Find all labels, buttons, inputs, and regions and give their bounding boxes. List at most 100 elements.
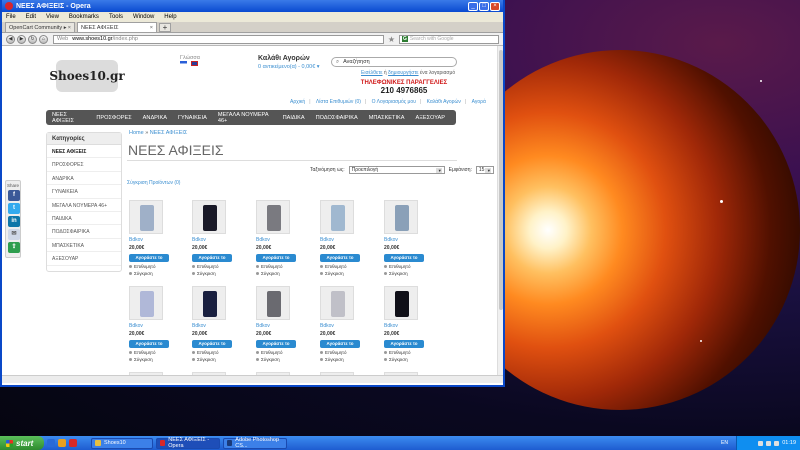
breadcrumb-home[interactable]: Home (129, 130, 144, 136)
greek-flag-icon[interactable] (180, 61, 187, 66)
tray-icon[interactable] (774, 440, 780, 446)
breadcrumb-current[interactable]: ΝΕΕΣ ΑΦΙΞΕΙΣ (150, 130, 188, 136)
email-icon[interactable]: ✉ (8, 229, 20, 240)
share-icon[interactable]: ⇪ (8, 242, 20, 253)
add-to-cart-button[interactable]: Αγοράστε το (320, 340, 360, 348)
add-to-cart-button[interactable]: Αγοράστε το (129, 254, 169, 262)
add-to-cart-button[interactable]: Αγοράστε το (129, 340, 169, 348)
compare-action[interactable]: Σύγκριση (256, 271, 304, 276)
folder-icon[interactable] (58, 439, 66, 447)
wishlist-action[interactable]: Επιθυμητό (129, 264, 177, 269)
cart-summary[interactable]: 0 αντικείμενο(α) - 0,00€ ▾ (258, 64, 320, 70)
compare-action[interactable]: Σύγκριση (129, 357, 177, 362)
new-tab-button[interactable]: + (159, 23, 171, 32)
close-button[interactable]: × (490, 1, 500, 11)
sidebar-item-men[interactable]: ΑΝΔΡΙΚΑ (47, 172, 121, 186)
maximize-button[interactable]: □ (479, 1, 489, 11)
login-link[interactable]: Εισέλθετε (361, 70, 382, 76)
compare-action[interactable]: Σύγκριση (256, 357, 304, 362)
menu-item-football[interactable]: ΠΟΔΟΣΦΑΙΡΙΚΑ (316, 115, 358, 121)
compare-action[interactable]: Σύγκριση (320, 357, 368, 362)
menu-edit[interactable]: Edit (26, 14, 36, 20)
product-image[interactable] (384, 200, 418, 234)
product-image[interactable] (192, 286, 226, 320)
menu-help[interactable]: Help (164, 14, 176, 20)
compare-action[interactable]: Σύγκριση (192, 357, 240, 362)
product-name[interactable]: Bdkov (256, 237, 304, 243)
wishlist-action[interactable]: Επιθυμητό (192, 264, 240, 269)
menu-item-new[interactable]: ΝΕΕΣ ΑΦΙΞΕΙΣ (52, 112, 85, 124)
link-account[interactable]: Ο Λογαριασμός μου (372, 99, 416, 105)
sidebar-item-kids[interactable]: ΠΑΙΔΙΚΑ (47, 212, 121, 226)
forward-icon[interactable]: ▶ (17, 34, 26, 44)
sidebar-item-big-sizes[interactable]: ΜΕΓΑΛΑ ΝΟΥΜΕΡΑ 46+ (47, 199, 121, 212)
menu-item-basketball[interactable]: ΜΠΑΣΚΕΤΙΚΑ (369, 115, 405, 121)
tray-icon[interactable] (766, 440, 772, 446)
wishlist-action[interactable]: Επιθυμητό (384, 264, 432, 269)
menu-item-men[interactable]: ΑΝΔΡΙΚΑ (143, 115, 167, 121)
site-search-input[interactable]: ⌕ Αναζήτηση (331, 57, 457, 67)
menu-item-big-sizes[interactable]: ΜΕΓΑΛΑ ΝΟΥΜΕΡΑ 46+ (218, 112, 272, 124)
sidebar-item-new[interactable]: ΝΕΕΣ ΑΦΙΞΕΙΣ (47, 145, 121, 159)
reload-icon[interactable]: ↻ (28, 34, 37, 44)
wishlist-action[interactable]: Επιθυμητό (384, 350, 432, 355)
wishlist-action[interactable]: Επιθυμητό (256, 350, 304, 355)
menu-item-kids[interactable]: ΠΑΙΔΙΚΑ (283, 115, 305, 121)
wishlist-action[interactable]: Επιθυμητό (129, 350, 177, 355)
url-input[interactable]: Web www.shoes10.gr /index.php (53, 34, 384, 44)
product-image[interactable] (320, 200, 354, 234)
tab-opencart[interactable]: OpenCart Community ▸ × (5, 22, 75, 32)
wishlist-action[interactable]: Επιθυμητό (320, 264, 368, 269)
product-image[interactable] (129, 200, 163, 234)
menu-item-accessories[interactable]: ΑΞΕΣΟΥΑΡ (415, 115, 445, 121)
product-name[interactable]: Bdkov (192, 237, 240, 243)
product-name[interactable]: Bdkov (129, 323, 177, 329)
home-icon[interactable]: ⌂ (39, 34, 48, 44)
product-name[interactable]: Bdkov (320, 237, 368, 243)
product-image[interactable] (256, 200, 290, 234)
add-to-cart-button[interactable]: Αγοράστε το (384, 254, 424, 262)
wishlist-action[interactable]: Επιθυμητό (256, 264, 304, 269)
product-name[interactable]: Bdkov (129, 237, 177, 243)
sort-select[interactable]: Προεπιλογή ▼ (348, 166, 445, 174)
sidebar-item-basketball[interactable]: ΜΠΑΣΚΕΤΙΚΑ (47, 239, 121, 253)
compare-action[interactable]: Σύγκριση (384, 357, 432, 362)
product-image[interactable] (320, 286, 354, 320)
sidebar-item-football[interactable]: ΠΟΔΟΣΦΑΙΡΙΚΑ (47, 225, 121, 239)
add-to-cart-button[interactable]: Αγοράστε το (256, 340, 296, 348)
menu-bookmarks[interactable]: Bookmarks (69, 14, 99, 20)
menu-view[interactable]: View (46, 14, 59, 20)
product-name[interactable]: Bdkov (256, 323, 304, 329)
link-cart[interactable]: Καλάθι Αγορών (427, 99, 461, 105)
link-wishlist[interactable]: Λίστα Επιθυμιών (0) (316, 99, 361, 105)
wishlist-action[interactable]: Επιθυμητό (320, 350, 368, 355)
task-opera[interactable]: ΝΕΕΣ ΑΦΙΞΕΙΣ - Opera (156, 437, 220, 449)
add-to-cart-button[interactable]: Αγοράστε το (192, 340, 232, 348)
compare-action[interactable]: Σύγκριση (192, 271, 240, 276)
add-to-cart-button[interactable]: Αγοράστε το (320, 254, 360, 262)
search-icon[interactable]: ⌕ (336, 59, 339, 66)
menu-file[interactable]: File (6, 14, 16, 20)
menu-window[interactable]: Window (133, 14, 154, 20)
opera-icon[interactable] (69, 439, 77, 447)
tray-icon[interactable] (758, 440, 764, 446)
product-name[interactable]: Bdkov (384, 237, 432, 243)
product-name[interactable]: Bdkov (192, 323, 240, 329)
compare-action[interactable]: Σύγκριση (320, 271, 368, 276)
linkedin-icon[interactable]: in (8, 216, 20, 227)
title-bar[interactable]: ΝΕΕΣ ΑΦΙΞΕΙΣ - Opera _ □ × (2, 0, 503, 12)
compare-action[interactable]: Σύγκριση (384, 271, 432, 276)
product-image[interactable] (192, 200, 226, 234)
web-search-input[interactable]: G Search with Google (399, 34, 499, 44)
facebook-icon[interactable]: f (8, 190, 20, 201)
product-image[interactable] (384, 286, 418, 320)
product-name[interactable]: Bdkov (320, 323, 368, 329)
ie-icon[interactable] (47, 439, 55, 447)
close-tab-icon[interactable]: × (68, 25, 71, 31)
product-name[interactable]: Bdkov (384, 323, 432, 329)
task-shoes10[interactable]: Shoes10 (91, 437, 153, 449)
compare-action[interactable]: Σύγκριση (129, 271, 177, 276)
english-flag-icon[interactable] (190, 61, 198, 66)
product-compare-link[interactable]: Σύγκριση Προϊόντων (0) (127, 180, 180, 186)
wishlist-action[interactable]: Επιθυμητό (192, 350, 240, 355)
